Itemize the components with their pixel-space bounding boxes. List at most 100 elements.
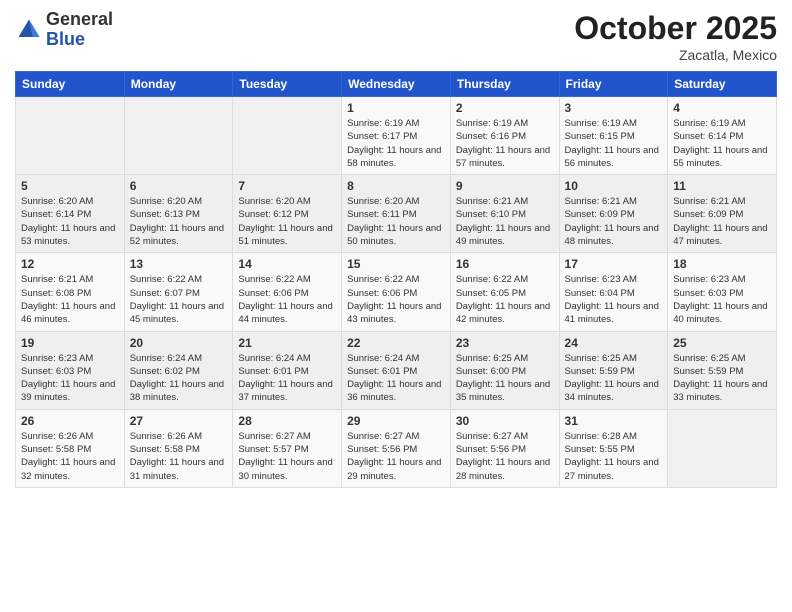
calendar-cell: 2Sunrise: 6:19 AM Sunset: 6:16 PM Daylig… <box>450 97 559 175</box>
location: Zacatla, Mexico <box>574 47 777 63</box>
day-header-tuesday: Tuesday <box>233 72 342 97</box>
calendar-week-5: 26 Sunrise: 6:26 AM Sunset: 5:58 PM Dayli… <box>16 409 777 487</box>
day-number: 24 <box>565 336 663 350</box>
calendar: SundayMondayTuesdayWednesdayThursdayFrid… <box>15 71 777 488</box>
day-number: 14 <box>238 257 336 271</box>
calendar-cell <box>233 97 342 175</box>
day-number: 9 <box>456 179 554 193</box>
day-info: Sunrise: 6:27 AM Sunset: 5:57 PM Dayligh… <box>238 430 336 483</box>
calendar-cell: 7 Sunrise: 6:20 AM Sunset: 6:12 PM Daylig… <box>233 175 342 253</box>
calendar-cell <box>668 409 777 487</box>
day-number: 3 <box>565 101 663 115</box>
calendar-cell: 22 Sunrise: 6:24 AM Sunset: 6:01 PM Dayli… <box>342 331 451 409</box>
day-header-monday: Monday <box>124 72 233 97</box>
day-info: Sunrise: 6:19 AM Sunset: 6:15 PM Dayligh… <box>565 117 663 170</box>
page: General Blue October 2025 Zacatla, Mexic… <box>0 0 792 612</box>
logo-general: General <box>46 10 113 30</box>
day-info: Sunrise: 6:21 AM Sunset: 6:09 PM Dayligh… <box>673 195 771 248</box>
calendar-cell: 25 Sunrise: 6:25 AM Sunset: 5:59 PM Dayli… <box>668 331 777 409</box>
day-number: 29 <box>347 414 445 428</box>
header: General Blue October 2025 Zacatla, Mexic… <box>15 10 777 63</box>
calendar-cell: 14Sunrise: 6:22 AM Sunset: 6:06 PM Dayli… <box>233 253 342 331</box>
day-number: 11 <box>673 179 771 193</box>
day-info: Sunrise: 6:25 AM Sunset: 6:00 PM Dayligh… <box>456 352 554 405</box>
calendar-cell: 28 Sunrise: 6:27 AM Sunset: 5:57 PM Dayli… <box>233 409 342 487</box>
day-header-friday: Friday <box>559 72 668 97</box>
day-info: Sunrise: 6:28 AM Sunset: 5:55 PM Dayligh… <box>565 430 663 483</box>
day-number: 25 <box>673 336 771 350</box>
calendar-cell: 29 Sunrise: 6:27 AM Sunset: 5:56 PM Dayli… <box>342 409 451 487</box>
day-number: 26 <box>21 414 119 428</box>
day-info: Sunrise: 6:21 AM Sunset: 6:10 PM Dayligh… <box>456 195 554 248</box>
day-number: 18 <box>673 257 771 271</box>
day-number: 30 <box>456 414 554 428</box>
day-info: Sunrise: 6:20 AM Sunset: 6:13 PM Dayligh… <box>130 195 228 248</box>
day-info: Sunrise: 6:27 AM Sunset: 5:56 PM Dayligh… <box>347 430 445 483</box>
calendar-cell: 6 Sunrise: 6:20 AM Sunset: 6:13 PM Daylig… <box>124 175 233 253</box>
calendar-cell: 24 Sunrise: 6:25 AM Sunset: 5:59 PM Dayli… <box>559 331 668 409</box>
day-number: 28 <box>238 414 336 428</box>
day-header-sunday: Sunday <box>16 72 125 97</box>
day-info: Sunrise: 6:26 AM Sunset: 5:58 PM Dayligh… <box>130 430 228 483</box>
calendar-cell: 20 Sunrise: 6:24 AM Sunset: 6:02 PM Dayli… <box>124 331 233 409</box>
calendar-cell: 1 Sunrise: 6:19 AM Sunset: 6:17 PM Daylig… <box>342 97 451 175</box>
day-number: 1 <box>347 101 445 115</box>
calendar-cell: 8Sunrise: 6:20 AM Sunset: 6:11 PM Daylig… <box>342 175 451 253</box>
calendar-cell: 21 Sunrise: 6:24 AM Sunset: 6:01 PM Dayli… <box>233 331 342 409</box>
day-info: Sunrise: 6:25 AM Sunset: 5:59 PM Dayligh… <box>565 352 663 405</box>
day-number: 6 <box>130 179 228 193</box>
day-number: 5 <box>21 179 119 193</box>
calendar-cell: 4 Sunrise: 6:19 AM Sunset: 6:14 PM Daylig… <box>668 97 777 175</box>
calendar-cell: 19 Sunrise: 6:23 AM Sunset: 6:03 PM Dayli… <box>16 331 125 409</box>
day-number: 2 <box>456 101 554 115</box>
day-number: 13 <box>130 257 228 271</box>
day-number: 8 <box>347 179 445 193</box>
day-info: Sunrise: 6:19 AM Sunset: 6:17 PM Dayligh… <box>347 117 445 170</box>
calendar-cell: 11 Sunrise: 6:21 AM Sunset: 6:09 PM Dayli… <box>668 175 777 253</box>
day-number: 19 <box>21 336 119 350</box>
day-info: Sunrise: 6:24 AM Sunset: 6:02 PM Dayligh… <box>130 352 228 405</box>
day-info: Sunrise: 6:23 AM Sunset: 6:03 PM Dayligh… <box>21 352 119 405</box>
calendar-week-4: 19 Sunrise: 6:23 AM Sunset: 6:03 PM Dayli… <box>16 331 777 409</box>
calendar-cell: 12Sunrise: 6:21 AM Sunset: 6:08 PM Dayli… <box>16 253 125 331</box>
day-info: Sunrise: 6:22 AM Sunset: 6:07 PM Dayligh… <box>130 273 228 326</box>
calendar-cell: 17 Sunrise: 6:23 AM Sunset: 6:04 PM Dayli… <box>559 253 668 331</box>
calendar-cell: 5Sunrise: 6:20 AM Sunset: 6:14 PM Daylig… <box>16 175 125 253</box>
calendar-cell: 18Sunrise: 6:23 AM Sunset: 6:03 PM Dayli… <box>668 253 777 331</box>
day-info: Sunrise: 6:21 AM Sunset: 6:08 PM Dayligh… <box>21 273 119 326</box>
day-number: 22 <box>347 336 445 350</box>
day-header-saturday: Saturday <box>668 72 777 97</box>
day-number: 4 <box>673 101 771 115</box>
day-number: 20 <box>130 336 228 350</box>
calendar-cell: 3 Sunrise: 6:19 AM Sunset: 6:15 PM Daylig… <box>559 97 668 175</box>
calendar-cell: 15Sunrise: 6:22 AM Sunset: 6:06 PM Dayli… <box>342 253 451 331</box>
calendar-cell: 16Sunrise: 6:22 AM Sunset: 6:05 PM Dayli… <box>450 253 559 331</box>
day-info: Sunrise: 6:27 AM Sunset: 5:56 PM Dayligh… <box>456 430 554 483</box>
day-number: 15 <box>347 257 445 271</box>
day-number: 27 <box>130 414 228 428</box>
calendar-cell: 30 Sunrise: 6:27 AM Sunset: 5:56 PM Dayli… <box>450 409 559 487</box>
day-number: 7 <box>238 179 336 193</box>
day-header-wednesday: Wednesday <box>342 72 451 97</box>
calendar-cell <box>16 97 125 175</box>
calendar-week-1: 1 Sunrise: 6:19 AM Sunset: 6:17 PM Daylig… <box>16 97 777 175</box>
day-number: 23 <box>456 336 554 350</box>
day-number: 17 <box>565 257 663 271</box>
logo-text: General Blue <box>46 10 113 50</box>
logo-icon <box>15 16 43 44</box>
day-info: Sunrise: 6:26 AM Sunset: 5:58 PM Dayligh… <box>21 430 119 483</box>
day-info: Sunrise: 6:24 AM Sunset: 6:01 PM Dayligh… <box>347 352 445 405</box>
calendar-cell: 13 Sunrise: 6:22 AM Sunset: 6:07 PM Dayli… <box>124 253 233 331</box>
day-info: Sunrise: 6:22 AM Sunset: 6:05 PM Dayligh… <box>456 273 554 326</box>
calendar-cell: 26 Sunrise: 6:26 AM Sunset: 5:58 PM Dayli… <box>16 409 125 487</box>
day-number: 10 <box>565 179 663 193</box>
day-info: Sunrise: 6:24 AM Sunset: 6:01 PM Dayligh… <box>238 352 336 405</box>
day-info: Sunrise: 6:23 AM Sunset: 6:04 PM Dayligh… <box>565 273 663 326</box>
day-info: Sunrise: 6:19 AM Sunset: 6:14 PM Dayligh… <box>673 117 771 170</box>
day-info: Sunrise: 6:25 AM Sunset: 5:59 PM Dayligh… <box>673 352 771 405</box>
calendar-cell <box>124 97 233 175</box>
day-info: Sunrise: 6:20 AM Sunset: 6:12 PM Dayligh… <box>238 195 336 248</box>
logo: General Blue <box>15 10 113 50</box>
day-number: 21 <box>238 336 336 350</box>
calendar-cell: 27 Sunrise: 6:26 AM Sunset: 5:58 PM Dayli… <box>124 409 233 487</box>
